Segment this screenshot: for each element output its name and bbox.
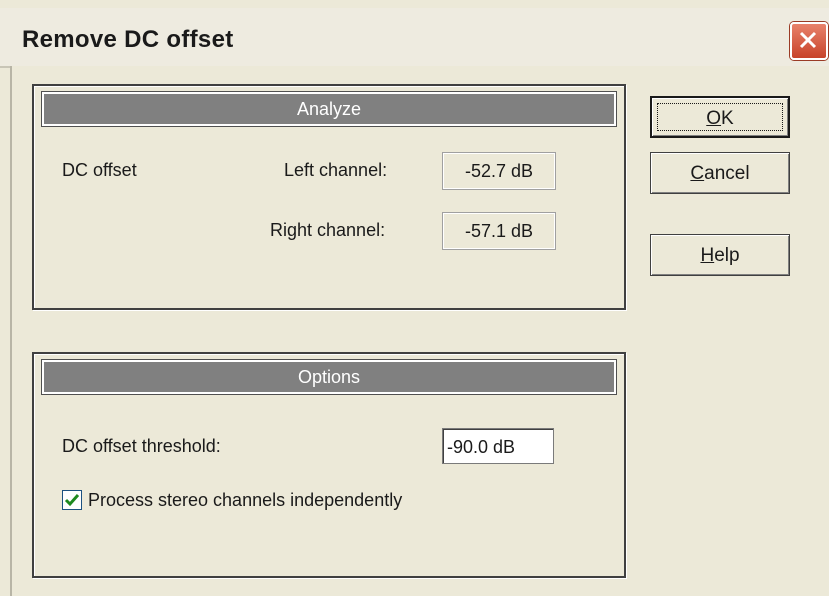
stereo-channels-checkbox[interactable]	[62, 490, 82, 510]
window-title: Remove DC offset	[22, 26, 234, 53]
help-button-label: elp	[714, 245, 740, 266]
dialog-body: Analyze DC offset Left channel: -52.7 dB…	[10, 66, 829, 596]
help-button-mnemonic: H	[700, 245, 715, 266]
stereo-channels-label[interactable]: Process stereo channels independently	[88, 490, 402, 511]
dialog-window: Remove DC offset Analyze DC offset Left …	[0, 0, 829, 596]
close-button[interactable]	[790, 22, 828, 60]
close-icon	[799, 31, 817, 49]
checkmark-icon	[64, 494, 80, 507]
cancel-button[interactable]: Cancel	[650, 152, 790, 194]
ok-button[interactable]: OK	[650, 96, 790, 138]
analyze-group: Analyze DC offset Left channel: -52.7 dB…	[32, 84, 626, 310]
cancel-button-label: ancel	[704, 163, 750, 184]
title-bar[interactable]: Remove DC offset	[0, 8, 829, 68]
cancel-button-mnemonic: C	[690, 163, 705, 184]
focus-rectangle	[657, 103, 783, 131]
dc-offset-label: DC offset	[62, 160, 137, 180]
left-channel-readout: -52.7 dB	[442, 152, 556, 190]
right-channel-label: Right channel:	[270, 220, 386, 240]
dc-offset-threshold-input[interactable]: -90.0 dB	[442, 428, 554, 464]
options-group-header: Options	[41, 359, 617, 395]
analyze-group-header: Analyze	[41, 91, 617, 127]
right-channel-readout: -57.1 dB	[442, 212, 556, 250]
left-channel-label: Left channel:	[284, 160, 388, 180]
options-group: Options DC offset threshold: -90.0 dB Pr…	[32, 352, 626, 578]
dc-offset-threshold-label: DC offset threshold:	[62, 436, 221, 456]
help-button[interactable]: Help	[650, 234, 790, 276]
